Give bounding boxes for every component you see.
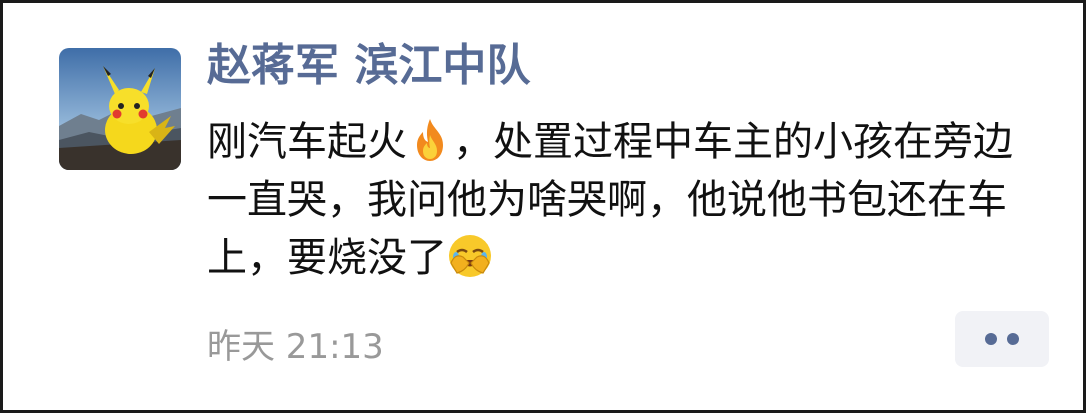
post-message: 刚汽车起火 ，处置过程中车主的小孩在旁边一直哭，我问他为啥哭啊，他说他书包还在车… [207, 113, 1037, 287]
username[interactable]: 赵蒋军 滨江中队 [207, 33, 530, 99]
more-options-button[interactable] [955, 311, 1049, 367]
post-timestamp: 昨天 21:13 [207, 327, 384, 367]
message-text-part1: 刚汽车起火 [207, 119, 407, 165]
fire-emoji-icon [417, 119, 443, 161]
more-dots-icon [1007, 333, 1019, 345]
avatar[interactable] [59, 48, 181, 170]
more-dots-icon [985, 333, 997, 345]
moment-card: 赵蒋军 滨江中队 刚汽车起火 ，处置过程中车主的小孩在旁边一直哭，我问他为啥哭啊… [0, 0, 1086, 413]
pikachu-avatar-image [59, 48, 181, 170]
facepalm-laughing-emoji-icon [449, 235, 491, 277]
